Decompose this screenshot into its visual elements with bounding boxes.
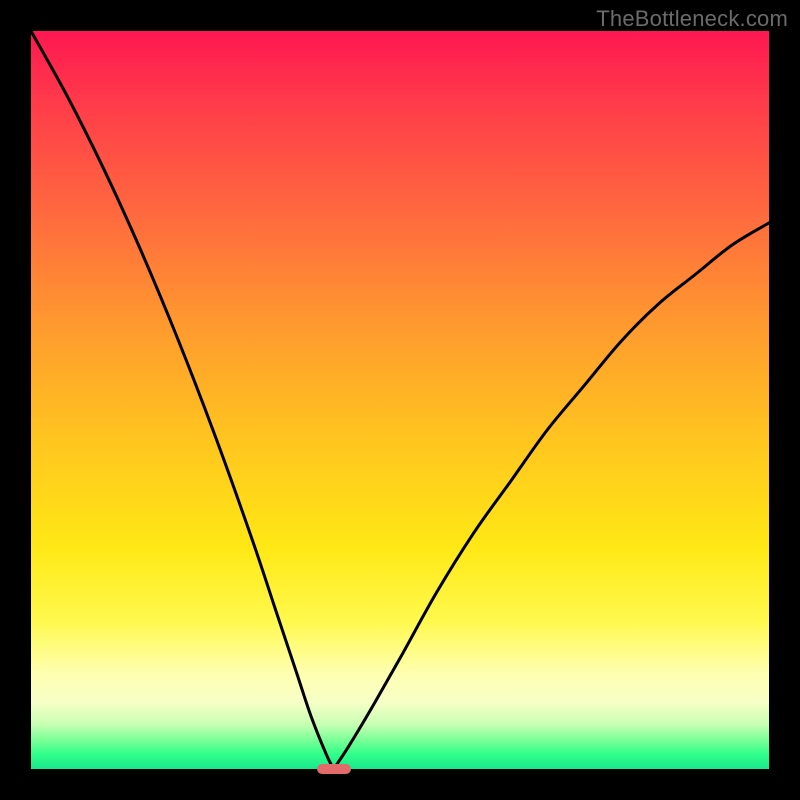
plot-area bbox=[31, 31, 769, 769]
watermark-text: TheBottleneck.com bbox=[596, 6, 788, 32]
curve-left-branch bbox=[31, 31, 334, 769]
chart-frame: TheBottleneck.com bbox=[0, 0, 800, 800]
minimum-marker bbox=[317, 764, 351, 774]
bottleneck-curve bbox=[31, 31, 769, 769]
curve-right-branch bbox=[334, 223, 769, 769]
